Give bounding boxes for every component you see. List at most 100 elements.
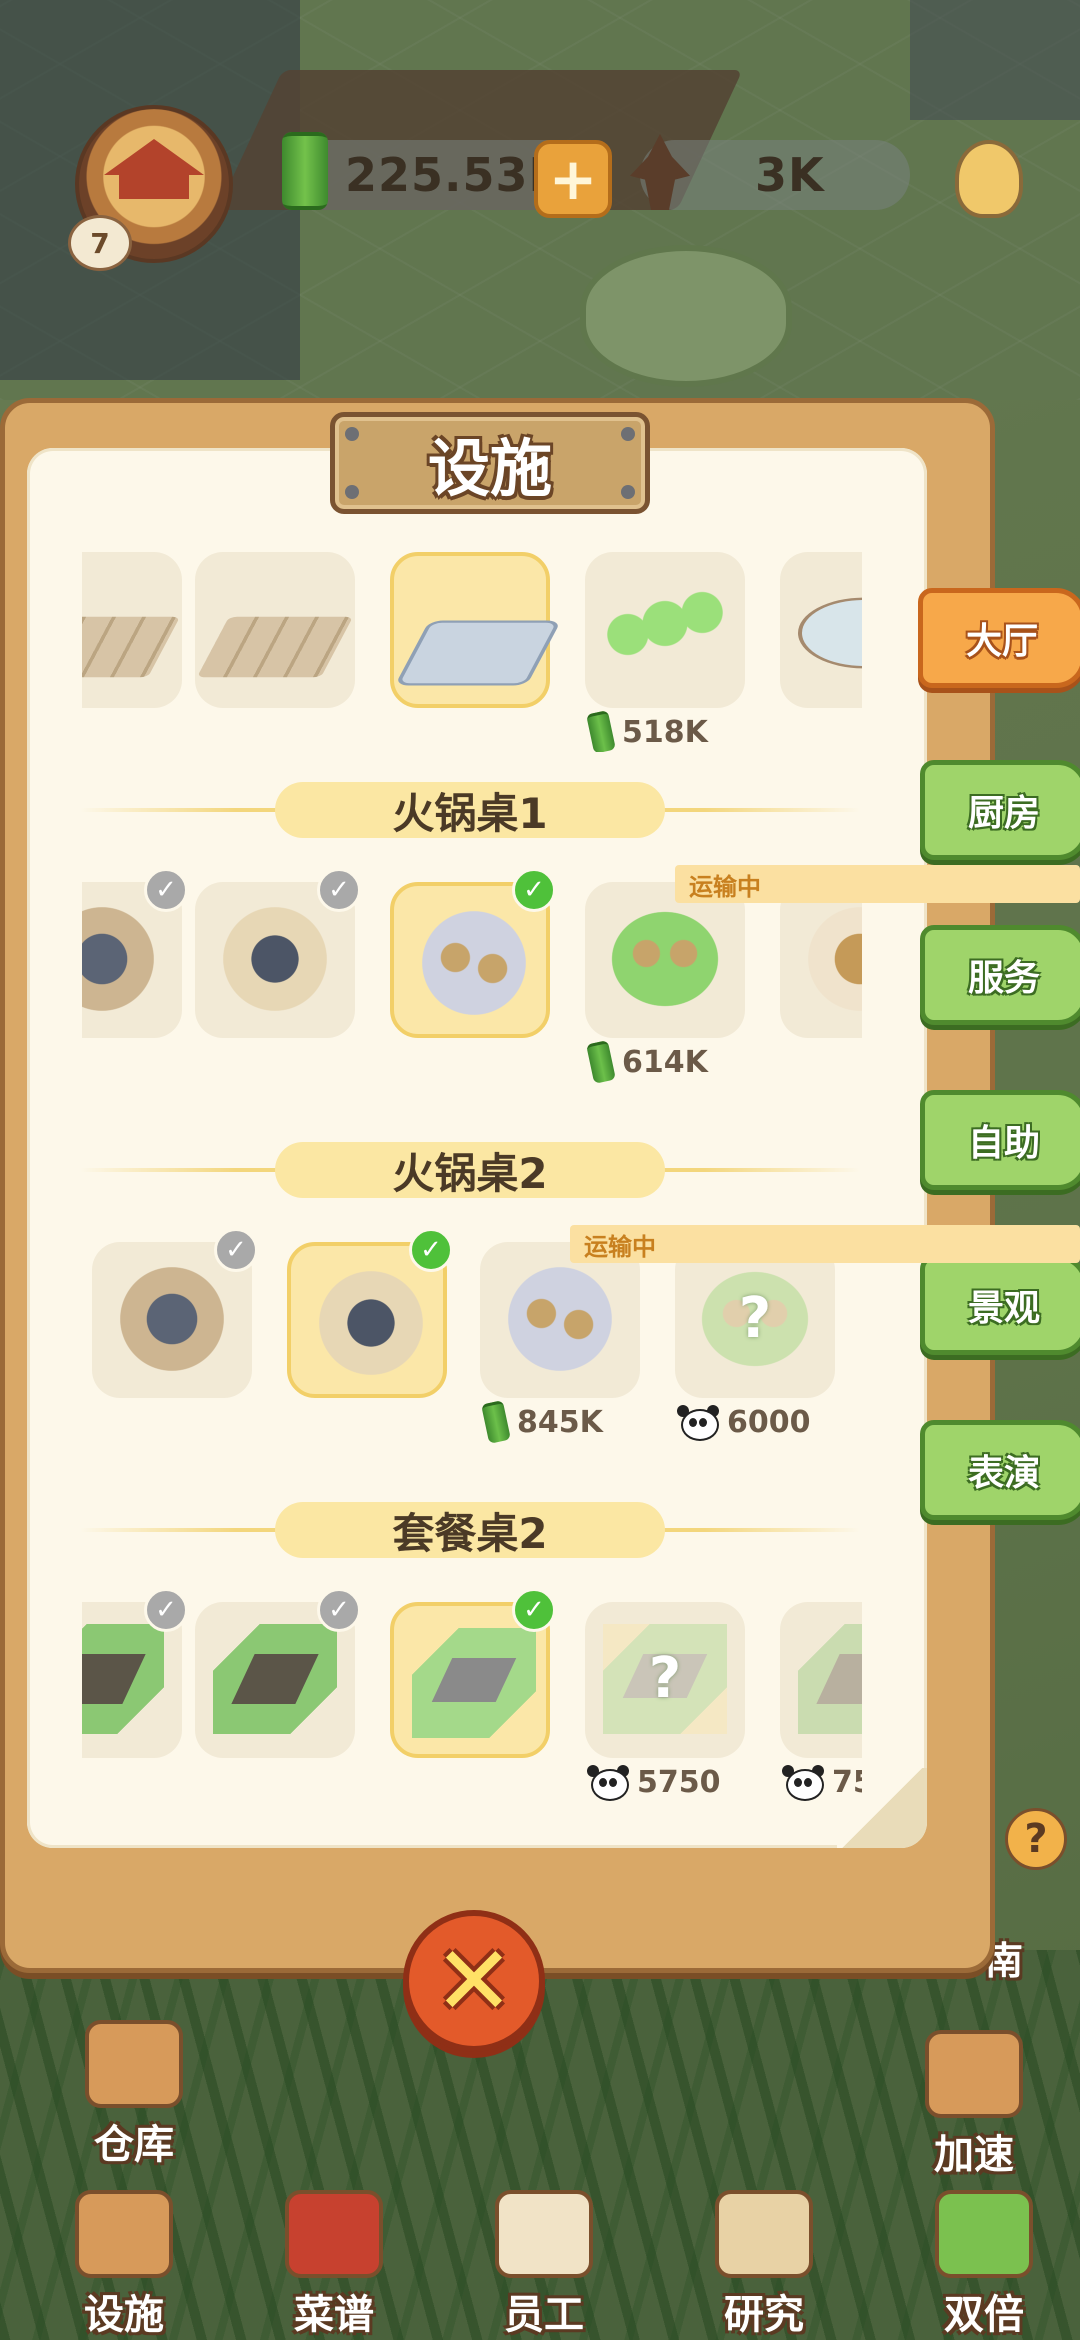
in-transit-badge: 运输中 bbox=[570, 1225, 1080, 1263]
tab-landscape[interactable]: 景观 bbox=[920, 1255, 1080, 1355]
furniture-card-equipped[interactable]: ✓ bbox=[287, 1230, 453, 1398]
bamboo-shoot-currency-bar: 3K bbox=[630, 134, 910, 210]
close-icon: ✕ bbox=[433, 1925, 515, 2037]
nail-icon bbox=[621, 485, 635, 499]
furniture-card-locked[interactable] bbox=[780, 1602, 862, 1758]
owned-check-icon: ✓ bbox=[317, 1590, 361, 1632]
wooden-bench-item bbox=[196, 616, 354, 678]
equipped-check-icon: ✓ bbox=[512, 870, 556, 912]
furniture-card-equipped[interactable]: ✓ bbox=[390, 1590, 556, 1758]
panda-icon bbox=[587, 1765, 629, 1801]
furniture-row-0: 518K bbox=[82, 552, 862, 752]
price-label: 5750 bbox=[587, 1762, 721, 1802]
furniture-card-locked[interactable]: ? bbox=[675, 1242, 835, 1398]
menu-book-icon bbox=[285, 2190, 383, 2278]
lightbulb-icon[interactable] bbox=[955, 140, 1023, 218]
furniture-card[interactable] bbox=[780, 552, 862, 708]
bamboo-icon bbox=[586, 710, 616, 752]
unknown-question-icon: ? bbox=[738, 1286, 772, 1351]
staff-label: 员工 bbox=[504, 2292, 584, 2338]
staff-button[interactable]: 员工 bbox=[495, 2190, 593, 2340]
hotpot-table-item bbox=[603, 904, 727, 1014]
speed-up-button[interactable]: 加速 bbox=[925, 2030, 1023, 2180]
furniture-card-owned[interactable]: ✓ bbox=[82, 1590, 188, 1758]
furniture-card[interactable] bbox=[195, 552, 355, 708]
price-label: 614K bbox=[586, 1040, 708, 1084]
hotpot-table-item bbox=[798, 904, 862, 1014]
furniture-card-in-transit[interactable] bbox=[480, 1242, 640, 1398]
jade-stools-item bbox=[603, 574, 727, 684]
price-label: 6000 bbox=[677, 1402, 811, 1442]
warehouse-label: 仓库 bbox=[94, 2122, 174, 2168]
bamboo-amount: 225.53K bbox=[345, 148, 566, 202]
bamboo-icon bbox=[282, 132, 328, 210]
staff-card-icon bbox=[495, 2190, 593, 2278]
warehouse-box-icon bbox=[85, 2020, 183, 2108]
price-value: 6000 bbox=[727, 1404, 811, 1440]
section-header: 火锅桌1 bbox=[80, 782, 860, 838]
furniture-card-owned[interactable]: ✓ bbox=[82, 870, 188, 1038]
furniture-card-owned[interactable]: ✓ bbox=[195, 1590, 361, 1758]
bowl-table-item bbox=[798, 597, 862, 669]
furniture-card-owned[interactable]: ✓ bbox=[195, 870, 361, 1038]
furniture-card-equipped[interactable]: ✓ bbox=[390, 870, 556, 1038]
furniture-card-owned[interactable]: ✓ bbox=[92, 1230, 258, 1398]
owned-check-icon: ✓ bbox=[214, 1230, 258, 1272]
research-icon bbox=[715, 2190, 813, 2278]
tab-service[interactable]: 服务 bbox=[920, 925, 1080, 1025]
furniture-row-3: ✓ ✓ ✓ ? 5750 75 bbox=[82, 1590, 862, 1820]
speed-up-label: 加速 bbox=[934, 2132, 1014, 2178]
price-value: 75 bbox=[832, 1764, 862, 1800]
research-button[interactable]: 研究 bbox=[715, 2190, 813, 2340]
hammer-icon bbox=[75, 2190, 173, 2278]
owned-check-icon: ✓ bbox=[144, 870, 188, 912]
bamboo-shoot-amount: 3K bbox=[755, 148, 825, 202]
set-meal-table-item bbox=[213, 1624, 337, 1734]
set-meal-table-item bbox=[82, 1624, 164, 1734]
furniture-row-1: ✓ ✓ ✓ 614K bbox=[82, 870, 862, 1100]
furniture-card-equipped[interactable] bbox=[390, 552, 562, 708]
double-reward-icon bbox=[935, 2190, 1033, 2278]
menu-button[interactable]: 菜谱 bbox=[285, 2190, 383, 2340]
tab-performance[interactable]: 表演 bbox=[920, 1420, 1080, 1520]
close-button[interactable]: ✕ bbox=[403, 1910, 545, 2052]
double-button[interactable]: 双倍 bbox=[935, 2190, 1033, 2340]
wooden-bench-item bbox=[82, 616, 181, 678]
furniture-card-locked[interactable]: ? bbox=[585, 1602, 745, 1758]
menu-label: 菜谱 bbox=[294, 2292, 374, 2338]
hotpot-table-item bbox=[498, 1264, 622, 1374]
panda-icon bbox=[782, 1765, 824, 1801]
price-label: 518K bbox=[586, 710, 708, 752]
owned-check-icon: ✓ bbox=[317, 870, 361, 912]
hotpot-table-item bbox=[213, 904, 337, 1014]
unknown-question-icon: ? bbox=[648, 1646, 682, 1711]
furniture-card[interactable] bbox=[585, 552, 745, 708]
hotpot-table-item bbox=[412, 908, 536, 1018]
equipped-check-icon: ✓ bbox=[512, 1590, 556, 1632]
tab-self-service[interactable]: 自助 bbox=[920, 1090, 1080, 1190]
furniture-card-in-transit[interactable] bbox=[585, 882, 745, 1038]
level-number: 7 bbox=[68, 215, 132, 271]
section-title: 火锅桌1 bbox=[275, 782, 665, 838]
warehouse-button[interactable]: 仓库 bbox=[85, 2020, 183, 2170]
bamboo-icon bbox=[481, 1400, 511, 1444]
price-value: 518K bbox=[622, 714, 708, 750]
nail-icon bbox=[345, 485, 359, 499]
price-label: 75 bbox=[782, 1762, 862, 1802]
furniture-row-2: ✓ ✓ 845K ? 6000 bbox=[82, 1230, 862, 1460]
furniture-card[interactable] bbox=[780, 882, 862, 1038]
tab-hall[interactable]: 大厅 bbox=[918, 588, 1080, 688]
furniture-card[interactable] bbox=[82, 552, 182, 708]
price-label: 845K bbox=[481, 1400, 603, 1444]
double-label: 双倍 bbox=[944, 2292, 1024, 2338]
facility-button[interactable]: 设施 bbox=[75, 2190, 173, 2340]
facility-label: 设施 bbox=[84, 2292, 164, 2338]
panel-title-sign: 设施 bbox=[330, 412, 650, 514]
help-icon[interactable]: ? bbox=[1005, 1808, 1067, 1870]
equipped-check-icon: ✓ bbox=[409, 1230, 453, 1272]
panda-icon bbox=[677, 1405, 719, 1441]
add-bamboo-button[interactable]: + bbox=[534, 140, 612, 218]
nail-icon bbox=[345, 427, 359, 441]
tab-kitchen[interactable]: 厨房 bbox=[920, 760, 1080, 860]
price-value: 5750 bbox=[637, 1764, 721, 1800]
